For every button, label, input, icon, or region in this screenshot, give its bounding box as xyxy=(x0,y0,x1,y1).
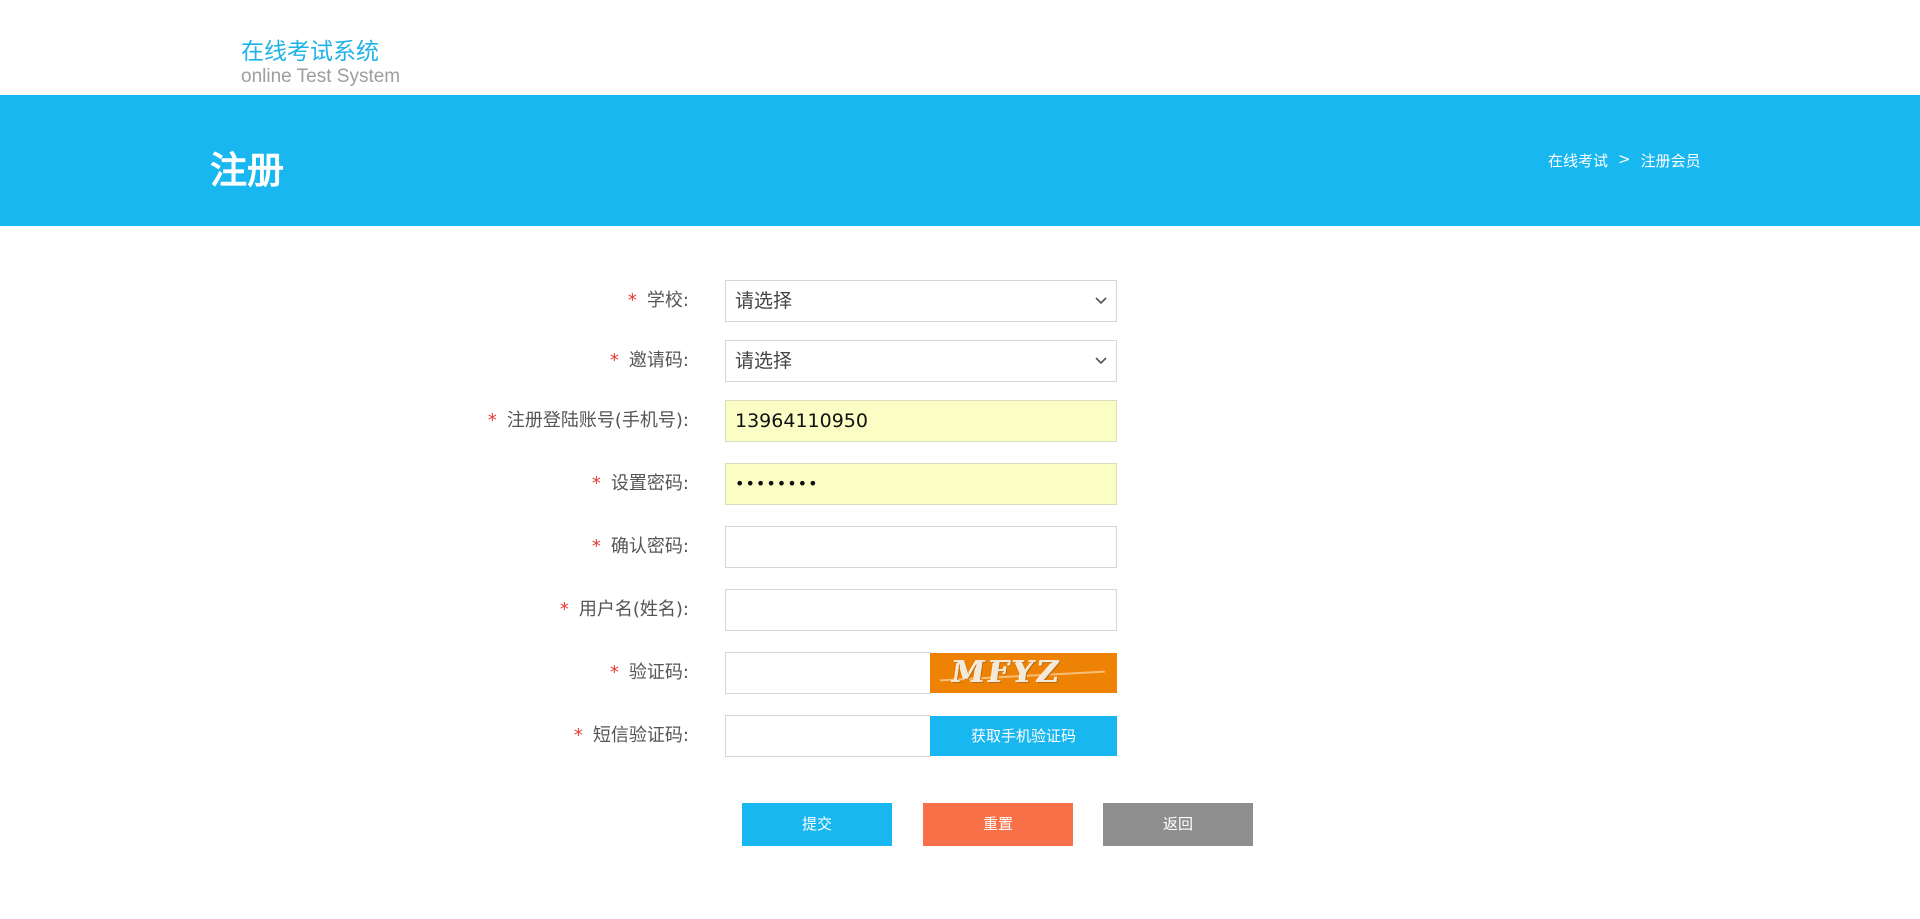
confirm-password-label-text: 确认密码: xyxy=(610,536,689,557)
school-label: * 学校: xyxy=(628,280,689,322)
breadcrumb: 在线考试 > 注册会员 xyxy=(1548,150,1701,171)
confirm-password-label: * 确认密码: xyxy=(592,526,689,568)
school-label-text: 学校: xyxy=(646,290,689,311)
captcha-image[interactable]: MFYZ xyxy=(930,653,1117,693)
required-mark: * xyxy=(573,725,583,746)
page-banner: 注册 在线考试 > 注册会员 xyxy=(0,95,1920,226)
breadcrumb-current: 注册会员 xyxy=(1640,152,1701,170)
required-mark: * xyxy=(591,536,601,557)
back-button[interactable]: 返回 xyxy=(1103,803,1253,846)
captcha-label: * 验证码: xyxy=(610,652,689,694)
form-row-invite-code: * 邀请码: 请选择 xyxy=(0,340,1920,384)
chevron-down-icon xyxy=(1095,297,1107,305)
username-input[interactable] xyxy=(725,589,1117,631)
account-label: * 注册登陆账号(手机号): xyxy=(488,400,689,442)
form-row-username: * 用户名(姓名): xyxy=(0,589,1920,633)
logo-title-cn[interactable]: 在线考试系统 xyxy=(241,32,379,66)
invite-code-label: * 邀请码: xyxy=(610,340,689,382)
submit-button[interactable]: 提交 xyxy=(742,803,892,846)
captcha-image-text: MFYZ xyxy=(949,655,1065,690)
logo-title-en: online Test System xyxy=(241,66,401,87)
chevron-down-icon xyxy=(1095,357,1107,365)
reset-button[interactable]: 重置 xyxy=(923,803,1073,846)
form-row-sms-code: * 短信验证码: 获取手机验证码 xyxy=(0,715,1920,759)
sms-code-label-text: 短信验证码: xyxy=(592,725,689,746)
password-label-text: 设置密码: xyxy=(610,473,689,494)
top-header: 在线考试系统 online Test System xyxy=(0,0,1920,95)
form-row-confirm-password: * 确认密码: xyxy=(0,526,1920,570)
sms-code-label: * 短信验证码: xyxy=(574,715,689,757)
page-title: 注册 xyxy=(210,149,284,192)
password-input[interactable]: •••••••• xyxy=(725,463,1117,505)
invite-code-label-text: 邀请码: xyxy=(628,350,689,371)
account-phone-value: 13964110950 xyxy=(735,410,868,432)
required-mark: * xyxy=(627,290,637,311)
account-phone-input[interactable]: 13964110950 xyxy=(725,400,1117,442)
confirm-password-input[interactable] xyxy=(725,526,1117,568)
username-label-text: 用户名(姓名): xyxy=(578,599,689,620)
school-select[interactable]: 请选择 xyxy=(725,280,1117,322)
breadcrumb-home-link[interactable]: 在线考试 xyxy=(1548,150,1608,171)
breadcrumb-separator: > xyxy=(1618,150,1631,168)
form-row-captcha: * 验证码: MFYZ xyxy=(0,652,1920,696)
required-mark: * xyxy=(609,350,619,371)
account-label-text: 注册登陆账号(手机号): xyxy=(506,410,689,431)
form-row-password: * 设置密码: •••••••• xyxy=(0,463,1920,507)
password-label: * 设置密码: xyxy=(592,463,689,505)
invite-code-select-value: 请选择 xyxy=(735,350,793,372)
form-row-account: * 注册登陆账号(手机号): 13964110950 xyxy=(0,400,1920,444)
get-sms-code-button[interactable]: 获取手机验证码 xyxy=(930,716,1117,756)
required-mark: * xyxy=(591,473,601,494)
required-mark: * xyxy=(487,410,497,431)
required-mark: * xyxy=(559,599,569,620)
username-label: * 用户名(姓名): xyxy=(560,589,689,631)
password-masked-value: •••••••• xyxy=(735,474,819,493)
required-mark: * xyxy=(609,662,619,683)
captcha-label-text: 验证码: xyxy=(628,662,689,683)
form-row-school: * 学校: 请选择 xyxy=(0,280,1920,324)
sms-code-input[interactable] xyxy=(725,715,931,757)
school-select-value: 请选择 xyxy=(735,290,793,312)
captcha-input[interactable] xyxy=(725,652,931,694)
invite-code-select[interactable]: 请选择 xyxy=(725,340,1117,382)
